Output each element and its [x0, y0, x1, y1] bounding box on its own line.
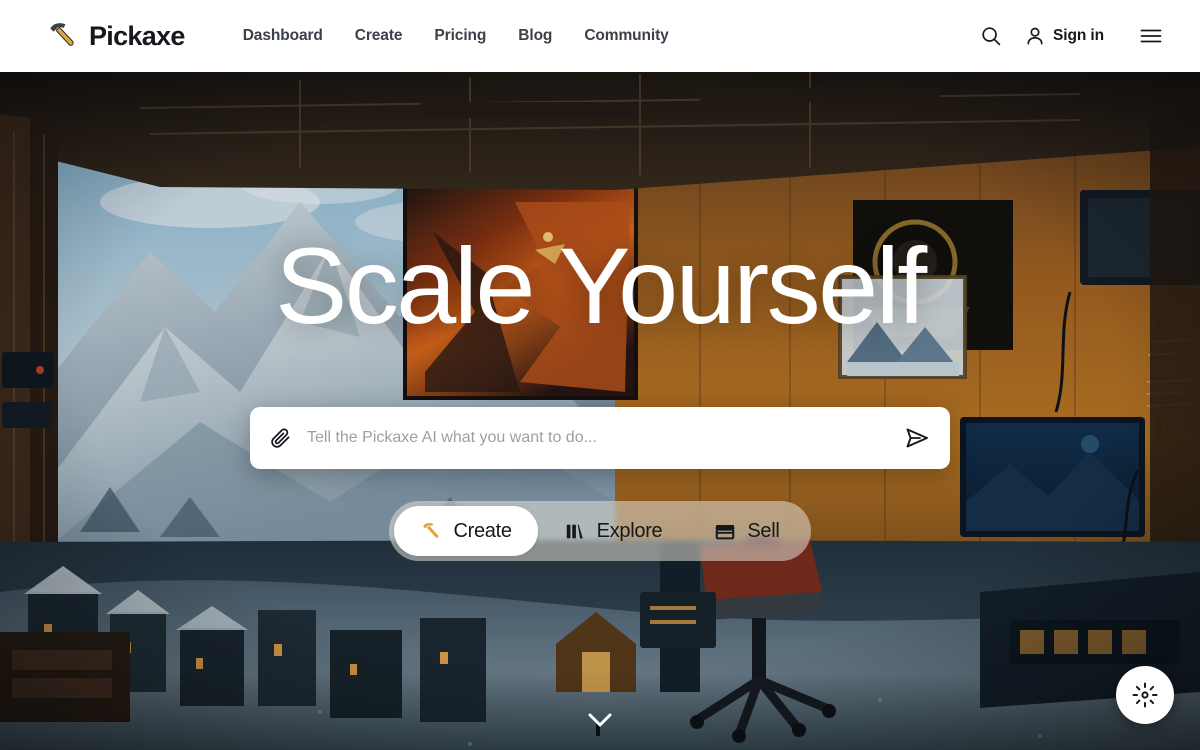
prompt-bar — [250, 407, 950, 469]
send-button[interactable] — [902, 423, 932, 453]
attachment-button[interactable] — [266, 423, 296, 453]
sign-in-button[interactable]: Sign in — [1022, 21, 1106, 51]
mode-segmented-control: Create Explore Sell — [389, 501, 811, 561]
nav-link-pricing[interactable]: Pricing — [418, 19, 502, 53]
nav-link-community[interactable]: Community — [568, 19, 684, 53]
primary-nav-links: Dashboard Create Pricing Blog Community — [227, 19, 685, 53]
pickaxe-icon — [44, 18, 80, 54]
search-button[interactable] — [976, 21, 1006, 51]
search-icon — [982, 27, 1001, 46]
prompt-input[interactable] — [307, 429, 902, 447]
nav-actions: Sign in — [976, 21, 1166, 51]
brand-logo[interactable]: Pickaxe — [44, 18, 185, 54]
assistant-fab-button[interactable] — [1116, 666, 1174, 724]
hero-content: Scale Yourself Tell the Pickaxe AI what … — [0, 72, 1200, 750]
landing-page: Pickaxe Dashboard Create Pricing Blog Co… — [0, 0, 1200, 750]
segment-sell[interactable]: Sell — [688, 506, 805, 556]
bar-chart-icon — [564, 520, 586, 542]
brand-name: Pickaxe — [89, 20, 185, 51]
segment-sell-label: Sell — [747, 519, 780, 542]
user-icon — [1027, 27, 1043, 45]
hero-section: Scale Yourself Tell the Pickaxe AI what … — [0, 72, 1200, 750]
segment-create[interactable]: Create — [394, 506, 538, 556]
segment-explore[interactable]: Explore — [538, 506, 689, 556]
segment-create-label: Create — [453, 519, 512, 542]
nav-link-dashboard[interactable]: Dashboard — [227, 19, 339, 53]
nav-link-blog[interactable]: Blog — [502, 19, 568, 53]
hamburger-menu-icon — [1140, 29, 1162, 43]
sparkle-burst-icon — [1132, 682, 1158, 708]
sign-in-label: Sign in — [1053, 27, 1104, 44]
nav-link-create[interactable]: Create — [339, 19, 419, 53]
page-title: Scale Yourself — [275, 225, 927, 346]
scroll-down-button[interactable] — [583, 708, 617, 732]
segment-explore-label: Explore — [596, 519, 663, 542]
send-paper-plane-icon — [906, 428, 928, 448]
top-navigation-bar: Pickaxe Dashboard Create Pricing Blog Co… — [0, 0, 1200, 72]
menu-button[interactable] — [1136, 21, 1166, 51]
paperclip-icon — [271, 428, 290, 448]
chevron-down-icon — [588, 713, 612, 727]
pickaxe-icon — [420, 520, 442, 542]
storefront-icon — [714, 520, 736, 542]
